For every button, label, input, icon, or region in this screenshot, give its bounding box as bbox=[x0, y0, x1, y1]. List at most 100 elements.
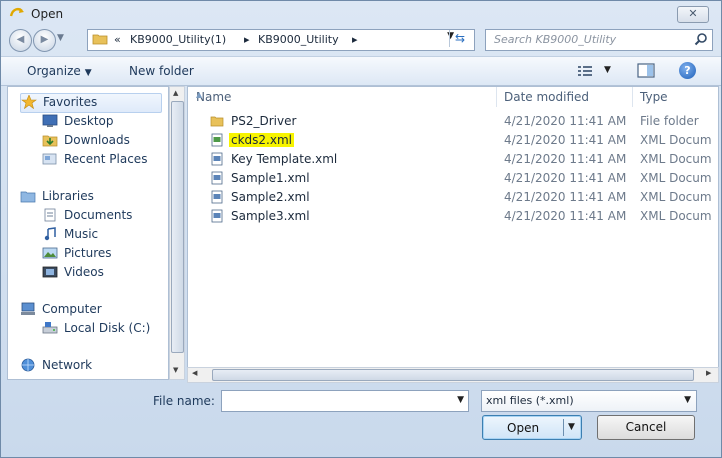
file-type: XML Docum bbox=[640, 152, 712, 166]
scroll-left-arrow[interactable]: ◀ bbox=[192, 369, 197, 377]
file-type-select[interactable]: xml files (*.xml) ▼ bbox=[481, 390, 697, 412]
music-icon bbox=[44, 227, 56, 241]
sidebar-item-label: Network bbox=[42, 358, 93, 372]
help-icon[interactable]: ? bbox=[679, 62, 696, 79]
navigation-pane-scrollbar[interactable]: ▲ ▼ bbox=[169, 86, 185, 380]
sidebar-item-pictures[interactable]: Pictures bbox=[42, 245, 162, 263]
sidebar-item-label: Favorites bbox=[43, 95, 98, 109]
videos-icon bbox=[42, 266, 58, 278]
documents-icon bbox=[44, 208, 56, 222]
local-disk-icon bbox=[42, 322, 58, 334]
libraries-icon bbox=[20, 191, 36, 203]
file-type-value: xml files (*.xml) bbox=[486, 394, 574, 407]
sidebar-item-label: Documents bbox=[64, 208, 133, 222]
file-name-field[interactable]: ▼ bbox=[221, 390, 469, 412]
file-name: Sample1.xml bbox=[231, 171, 310, 185]
sidebar-item-recent-places[interactable]: Recent Places bbox=[42, 151, 162, 169]
scroll-down-arrow[interactable]: ▼ bbox=[173, 366, 178, 374]
search-icon[interactable] bbox=[694, 32, 708, 46]
sidebar-item-music[interactable]: Music bbox=[42, 226, 162, 244]
sidebar-item-libraries[interactable]: Libraries bbox=[20, 188, 160, 206]
file-list-horizontal-scrollbar[interactable]: ◀ ▶ bbox=[187, 367, 719, 383]
column-header-type[interactable]: Type bbox=[632, 87, 718, 107]
sidebar-item-label: Libraries bbox=[42, 189, 94, 203]
file-date-modified: 4/21/2020 11:41 AM bbox=[504, 209, 627, 223]
back-button[interactable]: ◀ bbox=[9, 29, 32, 52]
open-dialog-icon bbox=[9, 7, 24, 17]
new-folder-button[interactable]: New folder bbox=[129, 64, 194, 78]
views-dropdown-chevron[interactable]: ▼ bbox=[604, 65, 611, 75]
address-bar[interactable]: « KB9000_Utility(1) ▸ KB9000_Utility ▸ ▼ bbox=[87, 29, 475, 51]
sidebar-item-favorites[interactable]: Favorites bbox=[20, 93, 162, 113]
sidebar-item-label: Desktop bbox=[64, 114, 114, 128]
scrollbar-thumb[interactable] bbox=[212, 369, 694, 381]
sidebar-item-videos[interactable]: Videos bbox=[42, 264, 162, 282]
breadcrumb-kb9000-utility-1[interactable]: KB9000_Utility(1) bbox=[130, 33, 226, 46]
xml-file-icon bbox=[211, 171, 223, 185]
file-row-ps2-driver[interactable]: PS2_Driver 4/21/2020 11:41 AM File folde… bbox=[188, 112, 718, 131]
sidebar-item-computer[interactable]: Computer bbox=[20, 301, 160, 319]
file-name: Key Template.xml bbox=[231, 152, 338, 166]
window-title: Open bbox=[31, 7, 64, 21]
refresh-button[interactable]: ⇆ bbox=[449, 30, 470, 47]
change-view-icon[interactable] bbox=[577, 64, 593, 78]
folder-icon bbox=[92, 34, 108, 45]
xml-file-icon bbox=[211, 152, 223, 166]
breadcrumb-separator[interactable]: ▸ bbox=[352, 33, 358, 46]
forward-button[interactable]: ▶ bbox=[33, 29, 56, 52]
column-header-name[interactable]: Name ▲ bbox=[188, 87, 497, 107]
scrollbar-thumb[interactable] bbox=[171, 101, 184, 353]
sidebar-item-documents[interactable]: Documents bbox=[42, 207, 162, 225]
file-type: XML Docum bbox=[640, 209, 712, 223]
computer-icon bbox=[21, 302, 35, 315]
scroll-right-arrow[interactable]: ▶ bbox=[706, 369, 711, 377]
file-row-key-template[interactable]: Key Template.xml 4/21/2020 11:41 AM XML … bbox=[188, 150, 718, 169]
sidebar-item-local-disk[interactable]: Local Disk (C:) bbox=[42, 320, 162, 338]
downloads-icon bbox=[42, 135, 58, 147]
sidebar-item-label: Recent Places bbox=[64, 152, 148, 166]
sidebar-item-network[interactable]: Network bbox=[20, 357, 160, 375]
breadcrumb-separator[interactable]: ▸ bbox=[244, 33, 250, 46]
file-name-dropdown-chevron[interactable]: ▼ bbox=[457, 395, 464, 405]
file-name: Sample2.xml bbox=[231, 190, 310, 204]
sidebar-item-label: Pictures bbox=[64, 246, 112, 260]
title-bar[interactable]: Open ✕ bbox=[1, 1, 721, 27]
column-header-label: Type bbox=[640, 90, 668, 104]
file-type: File folder bbox=[640, 114, 699, 128]
search-input[interactable]: Search KB9000_Utility bbox=[485, 29, 713, 51]
file-row-sample1[interactable]: Sample1.xml 4/21/2020 11:41 AM XML Docum bbox=[188, 169, 718, 188]
open-button[interactable]: Open ▼ bbox=[482, 415, 582, 440]
breadcrumb-overflow[interactable]: « bbox=[114, 33, 121, 46]
column-header-date-modified[interactable]: Date modified bbox=[496, 87, 633, 107]
organize-button[interactable]: Organize ▼ bbox=[27, 64, 92, 78]
file-row-sample3[interactable]: Sample3.xml 4/21/2020 11:41 AM XML Docum bbox=[188, 207, 718, 226]
breadcrumb-kb9000-utility[interactable]: KB9000_Utility bbox=[258, 33, 339, 46]
folder-icon bbox=[210, 116, 224, 127]
recent-locations-dropdown[interactable]: ▼ bbox=[57, 33, 64, 43]
open-dialog: Open ✕ ◀ ▶ ▼ « KB9000_Utility(1) ▸ KB900… bbox=[0, 0, 722, 458]
open-options-chevron[interactable]: ▼ bbox=[568, 422, 575, 432]
chevron-down-icon: ▼ bbox=[684, 395, 691, 405]
file-list: Name ▲ Date modified Type PS2_Driver 4/2… bbox=[187, 86, 719, 368]
xml-file-icon bbox=[211, 133, 223, 147]
cancel-button[interactable]: Cancel bbox=[597, 415, 695, 440]
highlighted-file-name: ckds2.xml bbox=[229, 133, 294, 147]
file-date-modified: 4/21/2020 11:41 AM bbox=[504, 133, 627, 147]
close-button[interactable]: ✕ bbox=[677, 6, 709, 23]
file-name: ckds2.xml bbox=[229, 133, 294, 147]
desktop-icon bbox=[42, 114, 58, 127]
file-name: Sample3.xml bbox=[231, 209, 310, 223]
file-name: PS2_Driver bbox=[231, 114, 297, 128]
chevron-down-icon: ▼ bbox=[84, 68, 92, 78]
preview-pane-icon[interactable] bbox=[637, 63, 655, 78]
file-row-ckds2[interactable]: ckds2.xml 4/21/2020 11:41 AM XML Docum bbox=[188, 131, 718, 150]
split-divider bbox=[563, 419, 564, 436]
xml-file-icon bbox=[211, 190, 223, 204]
file-date-modified: 4/21/2020 11:41 AM bbox=[504, 152, 627, 166]
file-row-sample2[interactable]: Sample2.xml 4/21/2020 11:41 AM XML Docum bbox=[188, 188, 718, 207]
sidebar-item-downloads[interactable]: Downloads bbox=[42, 132, 162, 150]
sidebar-item-label: Videos bbox=[64, 265, 104, 279]
navigation-row: ◀ ▶ ▼ « KB9000_Utility(1) ▸ KB9000_Utili… bbox=[1, 27, 721, 53]
sidebar-item-desktop[interactable]: Desktop bbox=[42, 113, 162, 131]
scroll-up-arrow[interactable]: ▲ bbox=[173, 89, 178, 97]
